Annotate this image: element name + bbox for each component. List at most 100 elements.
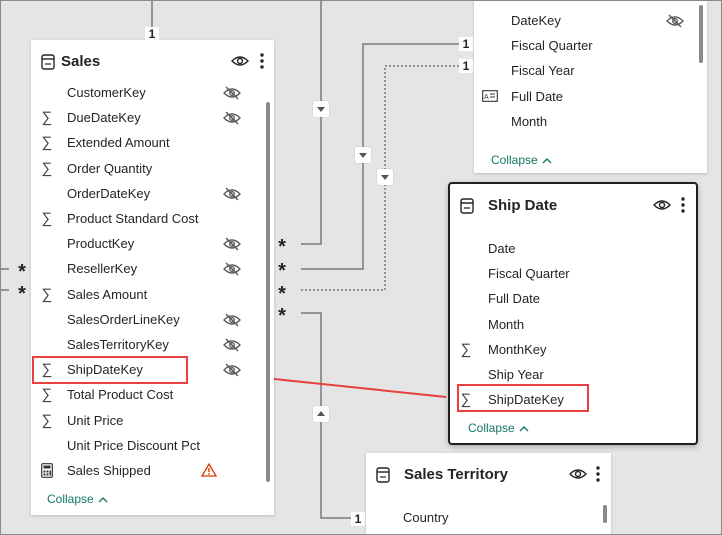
- collapse-label: Collapse: [491, 153, 538, 167]
- field-label: MonthKey: [488, 341, 547, 357]
- hidden-eye-icon: [223, 111, 241, 125]
- field-label: Full Date: [511, 88, 564, 104]
- model-canvas[interactable]: 1 1 1 1 * * * * * * Sales CustomerKey ∑ Du…: [0, 0, 722, 535]
- field-label: Unit Price: [67, 412, 124, 428]
- more-options-icon[interactable]: [259, 52, 265, 70]
- eye-icon[interactable]: [231, 54, 249, 68]
- sales-table-header[interactable]: Sales: [31, 40, 274, 84]
- field-label: Unit Price Discount Pct: [67, 437, 200, 453]
- warning-icon[interactable]: [200, 463, 218, 477]
- field-label: Total Product Cost: [67, 387, 174, 403]
- field-row[interactable]: Fiscal Quarter: [474, 33, 694, 58]
- relationship-line[interactable]: [301, 1, 322, 245]
- sales-territory-scrollbar[interactable]: [603, 505, 607, 523]
- field-label: SalesOrderLineKey: [67, 311, 180, 327]
- field-row[interactable]: ∑ DueDateKey: [31, 105, 261, 130]
- sigma-icon: ∑: [41, 386, 53, 404]
- cardinality-many-label: *: [278, 283, 286, 305]
- hidden-eye-icon: [223, 338, 241, 352]
- cardinality-one-label: 1: [145, 27, 159, 41]
- cardinality-many-label: *: [18, 283, 26, 305]
- field-row[interactable]: Country: [366, 505, 596, 530]
- cardinality-one-label: 1: [459, 59, 473, 73]
- relationship-line[interactable]: [301, 43, 459, 270]
- field-row[interactable]: ProductKey: [31, 231, 261, 256]
- field-row[interactable]: Full Date: [450, 286, 690, 311]
- field-label: Month: [511, 113, 548, 129]
- sales-territory-table-title: Sales Territory: [404, 466, 508, 483]
- ship-date-collapse-button[interactable]: Collapse: [468, 421, 530, 435]
- field-label: Month: [488, 316, 525, 332]
- sales-table-card[interactable]: Sales CustomerKey ∑ DueDateKey ∑ Extended Am…: [31, 40, 274, 515]
- field-label: ProductKey: [67, 236, 135, 252]
- field-row[interactable]: Month: [450, 312, 690, 337]
- field-label: Fiscal Year: [511, 63, 575, 79]
- ship-date-table-header[interactable]: Ship Date: [450, 184, 696, 228]
- cardinality-many-label: *: [18, 261, 26, 283]
- field-label: DateKey: [511, 13, 561, 28]
- field-label: SalesTerritoryKey: [67, 337, 169, 352]
- sales-scrollbar[interactable]: [266, 102, 270, 482]
- more-options-icon[interactable]: [680, 196, 686, 214]
- field-row[interactable]: CustomerKey: [31, 80, 261, 105]
- sigma-icon: ∑: [41, 134, 53, 152]
- date-collapse-button[interactable]: Collapse: [491, 153, 553, 167]
- eye-icon[interactable]: [653, 198, 671, 212]
- field-row[interactable]: SalesOrderLineKey: [31, 307, 261, 332]
- field-row[interactable]: DateKey: [474, 8, 694, 33]
- hidden-eye-icon: [223, 187, 241, 201]
- sales-table-title: Sales: [61, 53, 101, 70]
- field-row[interactable]: Month: [474, 109, 694, 134]
- field-row[interactable]: ∑ MonthKey: [450, 337, 690, 362]
- cardinality-one-label: 1: [351, 512, 365, 526]
- sigma-icon: ∑: [460, 340, 472, 358]
- hidden-eye-icon: [223, 86, 241, 100]
- field-row[interactable]: A Full Date: [474, 84, 694, 109]
- field-label: Country: [403, 510, 449, 525]
- field-label: ResellerKey: [67, 261, 138, 277]
- date-scrollbar[interactable]: [699, 5, 703, 63]
- field-label: Full Date: [488, 291, 541, 307]
- field-row[interactable]: ∑ Product Standard Cost: [31, 206, 261, 231]
- table-icon: [376, 467, 390, 483]
- chevron-up-icon: [542, 158, 552, 164]
- sigma-icon: ∑: [41, 109, 53, 127]
- highlight-box: [457, 384, 589, 412]
- field-row[interactable]: Unit Price Discount Pct: [31, 433, 261, 458]
- field-row[interactable]: ∑ Unit Price: [31, 408, 261, 433]
- sales-territory-table-header[interactable]: Sales Territory: [366, 453, 611, 497]
- field-row[interactable]: ∑ Total Product Cost: [31, 382, 261, 407]
- calculator-icon: [39, 458, 55, 486]
- field-label: Sales Amount: [67, 286, 148, 302]
- cardinality-many-label: *: [278, 260, 286, 282]
- svg-text:A: A: [484, 94, 489, 101]
- sales-territory-table-card[interactable]: Sales Territory Country: [366, 453, 611, 534]
- field-label: CustomerKey: [67, 85, 146, 100]
- date-table-card[interactable]: DateKey Fiscal Quarter Fiscal Year A Full Da…: [474, 1, 707, 173]
- field-row[interactable]: OrderDateKey: [31, 181, 261, 206]
- filter-direction-down-icon[interactable]: [355, 147, 371, 163]
- field-label: Fiscal Quarter: [511, 38, 593, 54]
- field-row[interactable]: SalesTerritoryKey: [31, 332, 261, 357]
- filter-direction-down-icon[interactable]: [313, 101, 329, 117]
- field-row[interactable]: Sales Shipped: [31, 458, 261, 483]
- filter-direction-down-icon[interactable]: [377, 169, 393, 185]
- more-options-icon[interactable]: [595, 465, 601, 483]
- field-label: Order Quantity: [67, 160, 153, 176]
- field-row[interactable]: ∑ Sales Amount: [31, 282, 261, 307]
- sales-collapse-button[interactable]: Collapse: [47, 492, 109, 506]
- filter-direction-up-icon[interactable]: [313, 406, 329, 422]
- highlight-box: [32, 356, 188, 384]
- eye-icon[interactable]: [569, 467, 587, 481]
- field-row[interactable]: ∑ Order Quantity: [31, 156, 261, 181]
- cardinality-many-label: *: [278, 236, 286, 258]
- table-icon: [41, 54, 55, 70]
- field-row[interactable]: Fiscal Year: [474, 58, 694, 83]
- field-row[interactable]: Date: [450, 236, 690, 261]
- hidden-eye-icon: [223, 262, 241, 276]
- field-row[interactable]: ∑ Extended Amount: [31, 130, 261, 155]
- field-row[interactable]: ResellerKey: [31, 256, 261, 281]
- field-row[interactable]: Fiscal Quarter: [450, 261, 690, 286]
- ship-date-table-title: Ship Date: [488, 197, 558, 214]
- sigma-icon: ∑: [41, 159, 53, 177]
